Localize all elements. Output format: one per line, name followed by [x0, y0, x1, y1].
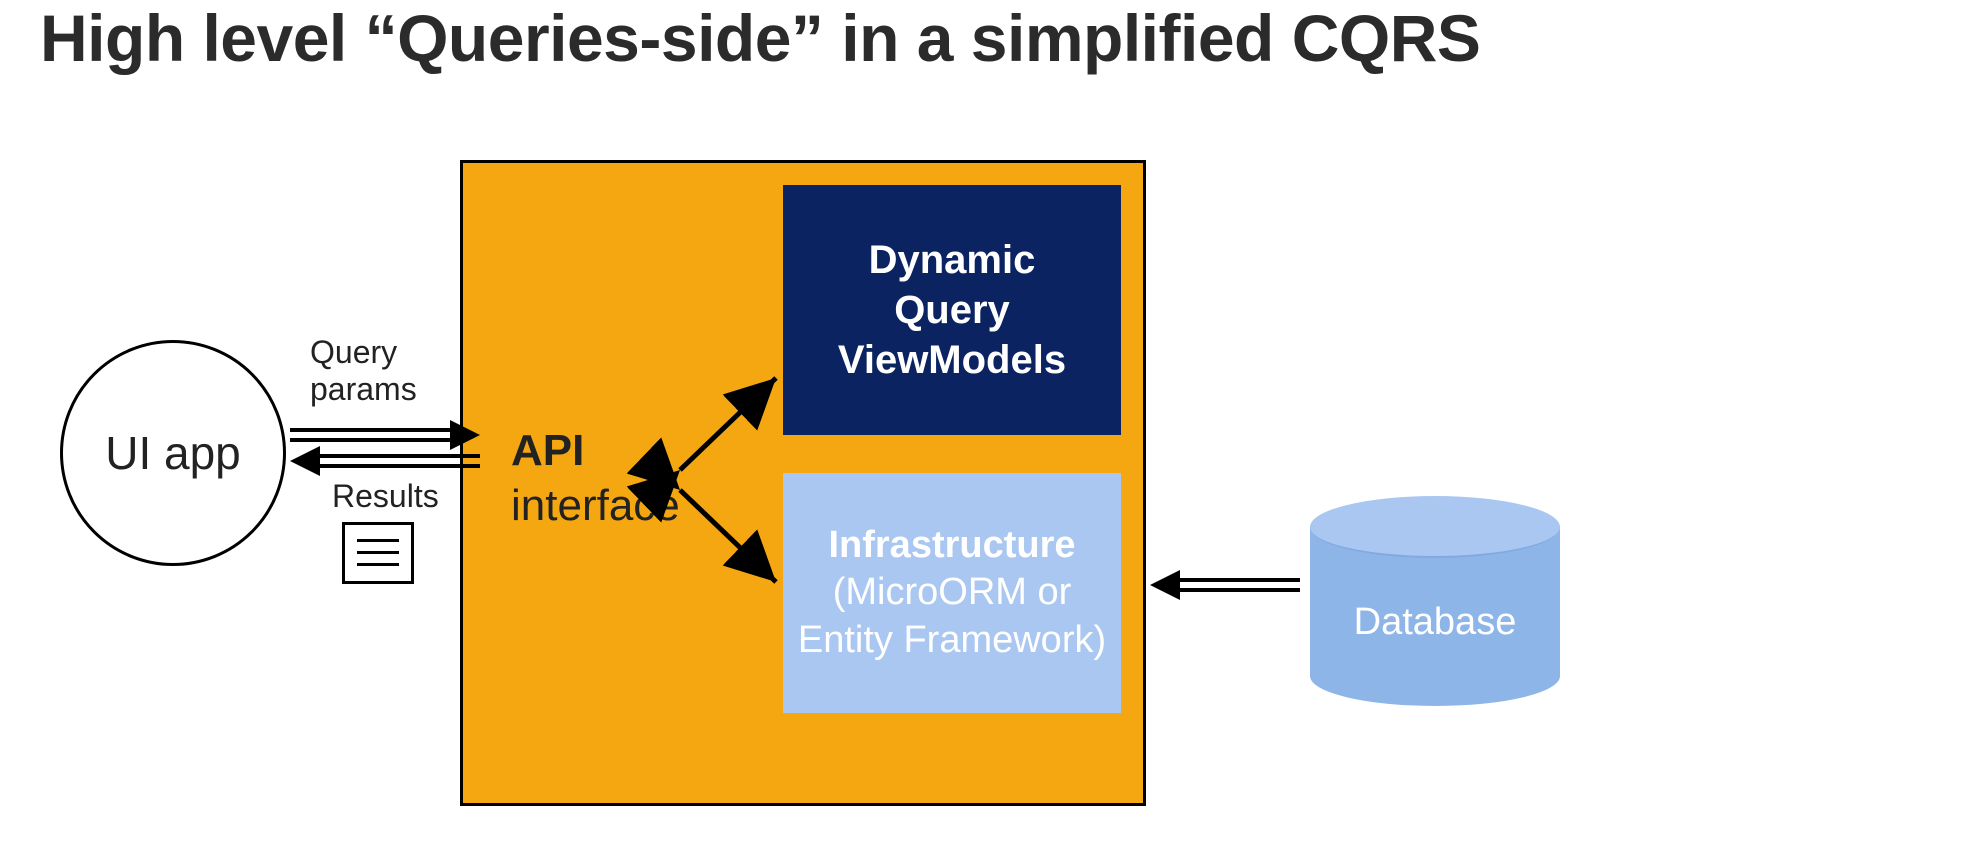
infrastructure-sub2: Entity Framework): [798, 617, 1106, 665]
diagram-title: High level “Queries-side” in a simplifie…: [40, 0, 1480, 76]
api-title: API: [511, 426, 584, 475]
arrow-query-params: [290, 420, 480, 450]
ui-app-node: UI app: [60, 340, 286, 566]
arrow-results: [290, 446, 480, 476]
results-label: Results: [332, 478, 439, 515]
viewmodels-line3: ViewModels: [838, 338, 1066, 382]
arrow-database-to-infrastructure: [1150, 570, 1300, 600]
viewmodels-line1: Dynamic: [869, 238, 1036, 282]
infrastructure-box: Infrastructure (MicroORM or Entity Frame…: [783, 473, 1121, 713]
viewmodels-line2: Query: [894, 288, 1010, 332]
api-container: API interface Dynamic Query ViewModels I…: [460, 160, 1146, 806]
ui-app-label: UI app: [105, 426, 241, 480]
results-document-icon: [342, 522, 414, 584]
query-params-label: Query params: [310, 334, 417, 408]
api-subtitle: interface: [511, 481, 680, 530]
infrastructure-sub1: (MicroORM or: [798, 569, 1106, 617]
infrastructure-title: Infrastructure: [798, 522, 1106, 570]
database-label: Database: [1310, 601, 1560, 644]
diagram-canvas: High level “Queries-side” in a simplifie…: [0, 0, 1981, 842]
database-node: Database: [1310, 496, 1560, 706]
api-label: API interface: [511, 423, 680, 533]
viewmodels-box: Dynamic Query ViewModels: [783, 185, 1121, 435]
query-params-text: Query params: [310, 334, 417, 407]
